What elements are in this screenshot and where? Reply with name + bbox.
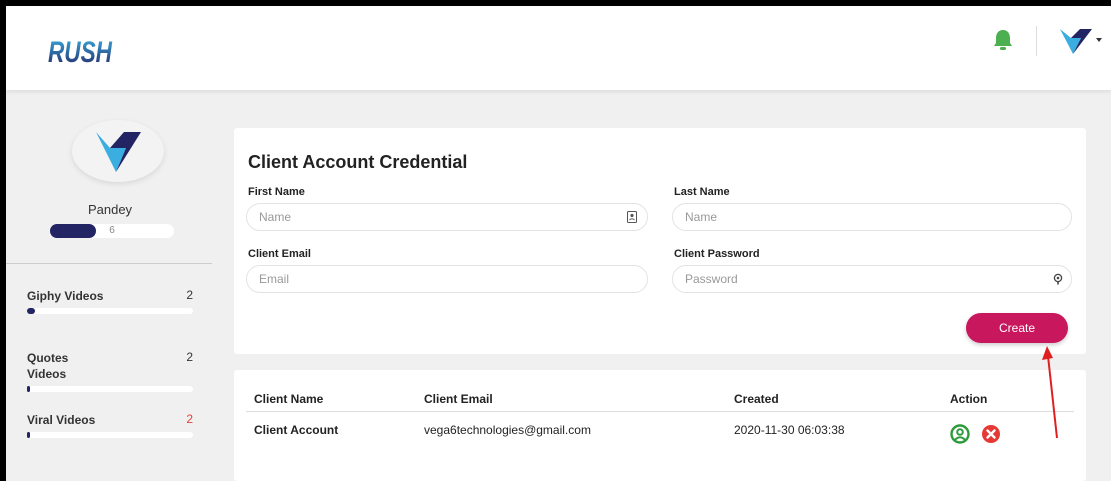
column-header-action: Action [950, 392, 988, 406]
first-name-input[interactable] [246, 203, 648, 231]
sidebar: Pandey 6 Giphy Videos 2 Quotes Videos 2 … [6, 90, 214, 481]
level-value: 6 [109, 225, 115, 236]
last-name-input[interactable] [672, 203, 1072, 231]
stat-progress-bar [27, 386, 193, 392]
column-header-client-email: Client Email [424, 392, 493, 406]
key-icon[interactable] [1052, 273, 1064, 285]
annotation-arrow-icon [1042, 346, 1058, 439]
client-password-input[interactable] [672, 265, 1072, 293]
rush-logo[interactable]: RUSH [46, 24, 116, 72]
stat-quotes-videos[interactable]: Quotes Videos 2 [27, 350, 193, 392]
user-avatar-icon[interactable] [1059, 26, 1093, 56]
client-password-label: Client Password [674, 248, 760, 260]
client-email-label: Client Email [248, 248, 311, 260]
user-circle-icon[interactable] [950, 424, 970, 444]
top-header: RUSH [6, 6, 1111, 90]
stat-label: Viral Videos [27, 413, 96, 427]
stat-label: Giphy Videos [27, 289, 104, 303]
stat-count: 2 [186, 350, 193, 364]
client-email-input[interactable] [246, 265, 648, 293]
stat-progress-fill [27, 386, 31, 392]
bell-icon[interactable] [992, 28, 1014, 52]
first-name-label: First Name [248, 186, 305, 198]
sidebar-divider [6, 263, 212, 264]
profile-avatar [72, 120, 164, 182]
stat-count: 2 [186, 288, 193, 302]
stat-progress-bar [27, 432, 193, 438]
client-credential-form: Client Account Credential First Name Las… [234, 128, 1086, 354]
stat-progress-fill [27, 432, 31, 438]
client-accounts-table: Client Name Client Email Created Action … [234, 370, 1086, 481]
cell-created: 2020-11-30 06:03:38 [734, 423, 845, 437]
column-header-created: Created [734, 392, 779, 406]
cell-client-name: Client Account [254, 423, 339, 437]
v-logo-icon [96, 132, 141, 172]
level-progress-bar: 6 [50, 224, 174, 238]
header-divider [246, 411, 1074, 412]
stat-viral-videos[interactable]: Viral Videos 2 [27, 412, 193, 438]
header-divider [1036, 26, 1037, 56]
contact-card-icon [627, 211, 637, 223]
column-header-client-name: Client Name [254, 392, 324, 406]
chevron-down-icon[interactable] [1096, 38, 1102, 42]
logo-text: RUSH [48, 36, 113, 69]
last-name-label: Last Name [674, 186, 730, 198]
cell-client-email: vega6technologies@gmail.com [424, 423, 591, 437]
close-circle-icon[interactable] [981, 424, 1001, 444]
stat-progress-fill [27, 308, 36, 314]
stat-label: Quotes Videos [27, 351, 69, 381]
create-button[interactable]: Create [966, 313, 1068, 343]
stat-count: 2 [186, 412, 193, 426]
app-frame: RUSH Pandey 6 Giphy Videos 2 Quotes Vide… [6, 6, 1111, 481]
stat-progress-bar [27, 308, 193, 314]
stat-giphy-videos[interactable]: Giphy Videos 2 [27, 288, 193, 314]
form-title: Client Account Credential [248, 152, 468, 172]
profile-username: Pandey [87, 202, 133, 217]
